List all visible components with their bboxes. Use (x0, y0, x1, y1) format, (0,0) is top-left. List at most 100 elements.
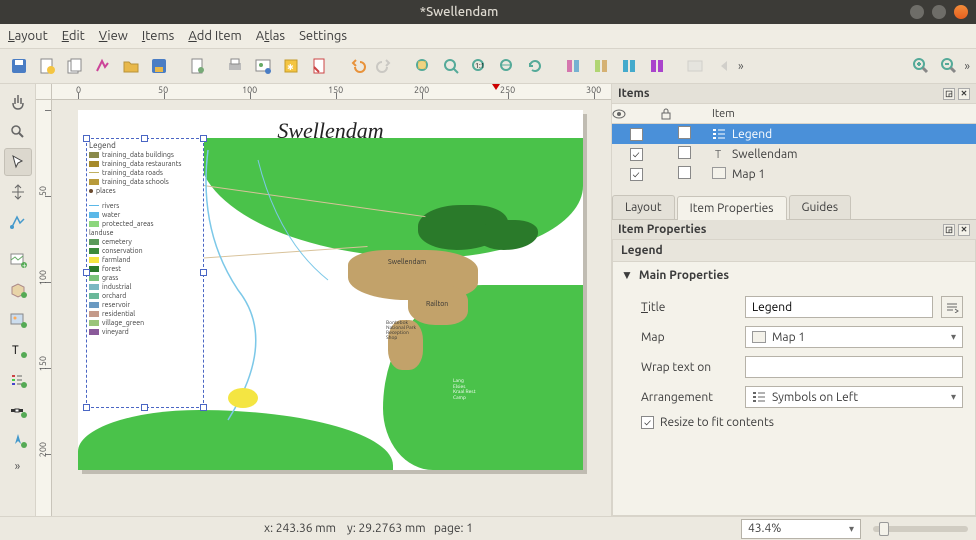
new-layout-icon[interactable] (34, 53, 60, 79)
resize-handle[interactable] (141, 135, 148, 142)
item-props-title: Item Properties (618, 223, 706, 236)
title-field-label: Title (641, 301, 737, 314)
lock-checkbox[interactable] (678, 166, 691, 179)
slider-thumb[interactable] (879, 522, 889, 536)
tab-guides[interactable]: Guides (789, 195, 852, 219)
resize-handle[interactable] (200, 269, 207, 276)
ruler-vertical[interactable]: 50 100 150 200 (36, 100, 52, 516)
zoom-tool-icon[interactable] (4, 118, 32, 146)
ruler-tick: 250 (500, 85, 515, 95)
layout-canvas[interactable]: Swellendam Railton Bontebok National Par… (52, 100, 611, 516)
zoom-actual-icon[interactable]: 1:1 (466, 53, 492, 79)
open-icon[interactable] (118, 53, 144, 79)
menu-settings[interactable]: Settings (299, 29, 347, 43)
resize-handle[interactable] (83, 404, 90, 411)
duplicate-layout-icon[interactable] (62, 53, 88, 79)
panel-close-icon[interactable]: ✕ (958, 88, 970, 100)
map-select[interactable]: Map 1 (745, 326, 963, 348)
select-tool-icon[interactable] (4, 148, 32, 176)
save-template-icon[interactable] (146, 53, 172, 79)
menu-add-item[interactable]: Add Item (188, 29, 241, 43)
close-icon[interactable] (954, 5, 968, 19)
zoom-in-button[interactable] (908, 53, 934, 79)
undo-icon[interactable] (344, 53, 370, 79)
export-image-icon[interactable] (250, 53, 276, 79)
tab-item-properties[interactable]: Item Properties (677, 196, 787, 220)
minimize-icon[interactable] (910, 5, 924, 19)
zoom-combo[interactable]: 43.4% (741, 519, 861, 539)
title-input[interactable] (745, 296, 933, 318)
panel-close-icon[interactable]: ✕ (958, 224, 970, 236)
add-scalebar-icon[interactable] (4, 396, 32, 424)
zoom-slider[interactable] (873, 526, 968, 532)
print-icon[interactable] (222, 53, 248, 79)
legend-row: conservation (89, 246, 201, 255)
ungroup-icon[interactable] (644, 53, 670, 79)
add-picture-icon[interactable] (4, 306, 32, 334)
menu-view[interactable]: View (99, 29, 128, 43)
add-3dmap-icon[interactable] (4, 276, 32, 304)
resize-handle[interactable] (83, 269, 90, 276)
legend-item[interactable]: Legend training_data buildingstraining_d… (86, 138, 204, 408)
zoom-in-icon[interactable] (438, 53, 464, 79)
zoom-out-button[interactable] (936, 53, 962, 79)
svg-text:1:1: 1:1 (475, 62, 485, 70)
multiline-title-button[interactable] (941, 296, 963, 318)
zoom-width-icon[interactable] (494, 53, 520, 79)
add-legend-icon[interactable] (4, 366, 32, 394)
lock-checkbox[interactable] (678, 126, 691, 139)
group-icon[interactable] (616, 53, 642, 79)
add-label-icon[interactable]: T (4, 336, 32, 364)
visibility-checkbox[interactable]: ✓ (630, 148, 643, 161)
maximize-icon[interactable] (932, 5, 946, 19)
resize-handle[interactable] (200, 135, 207, 142)
toolbar-overflow-1[interactable]: » (738, 60, 744, 73)
add-map-icon[interactable]: + (4, 246, 32, 274)
layout-page[interactable]: Swellendam Railton Bontebok National Par… (78, 110, 583, 470)
atlas-preview-icon[interactable] (682, 53, 708, 79)
save-icon[interactable] (6, 53, 32, 79)
item-row[interactable]: ✓Map 1 (612, 164, 976, 184)
move-content-tool-icon[interactable] (4, 178, 32, 206)
item-row[interactable]: ✓TSwellendam (612, 144, 976, 164)
add-northarrow-icon[interactable] (4, 426, 32, 454)
item-name-label: Legend (732, 128, 772, 141)
panel-undock-icon[interactable]: ◲ (943, 88, 955, 100)
visibility-checkbox[interactable]: ✓ (630, 128, 643, 141)
resize-checkbox[interactable]: ✓ (641, 416, 654, 429)
resize-handle[interactable] (200, 404, 207, 411)
export-pdf-icon[interactable] (306, 53, 332, 79)
refresh-icon[interactable] (522, 53, 548, 79)
ruler-tick: 50 (158, 85, 168, 95)
atlas-first-icon[interactable] (710, 53, 736, 79)
arrangement-select[interactable]: Symbols on Left (745, 386, 963, 408)
main-properties-collapser[interactable]: ▼Main Properties (613, 262, 975, 288)
toolbar-overflow-2[interactable]: » (964, 60, 970, 73)
resize-handle[interactable] (141, 404, 148, 411)
wrap-text-input[interactable] (745, 356, 963, 378)
unlock-icon[interactable] (588, 53, 614, 79)
menu-items[interactable]: Items (142, 29, 174, 43)
menu-layout[interactable]: Layout (8, 29, 48, 43)
ruler-horizontal[interactable]: 0 50 100 150 200 250 300 (52, 84, 611, 100)
pan-tool-icon[interactable] (4, 88, 32, 116)
resize-handle[interactable] (83, 135, 90, 142)
panel-undock-icon[interactable]: ◲ (943, 224, 955, 236)
lock-icon[interactable] (560, 53, 586, 79)
edit-nodes-tool-icon[interactable] (4, 208, 32, 236)
left-tools-overflow[interactable]: » (15, 460, 21, 473)
menu-edit[interactable]: Edit (62, 29, 85, 43)
visibility-checkbox[interactable]: ✓ (630, 168, 643, 181)
redo-icon[interactable] (372, 53, 398, 79)
legend-row: reservoir (89, 300, 201, 309)
item-name-label: Swellendam (732, 148, 798, 161)
page-setup-icon[interactable] (184, 53, 210, 79)
items-panel-header: Items ◲✕ (612, 84, 976, 104)
zoom-full-icon[interactable] (410, 53, 436, 79)
tab-layout[interactable]: Layout (612, 195, 675, 219)
export-svg-icon[interactable]: ✱ (278, 53, 304, 79)
layout-manager-icon[interactable] (90, 53, 116, 79)
item-row[interactable]: ✓ Legend (612, 124, 976, 144)
menu-atlas[interactable]: Atlas (256, 29, 285, 43)
lock-checkbox[interactable] (678, 146, 691, 159)
